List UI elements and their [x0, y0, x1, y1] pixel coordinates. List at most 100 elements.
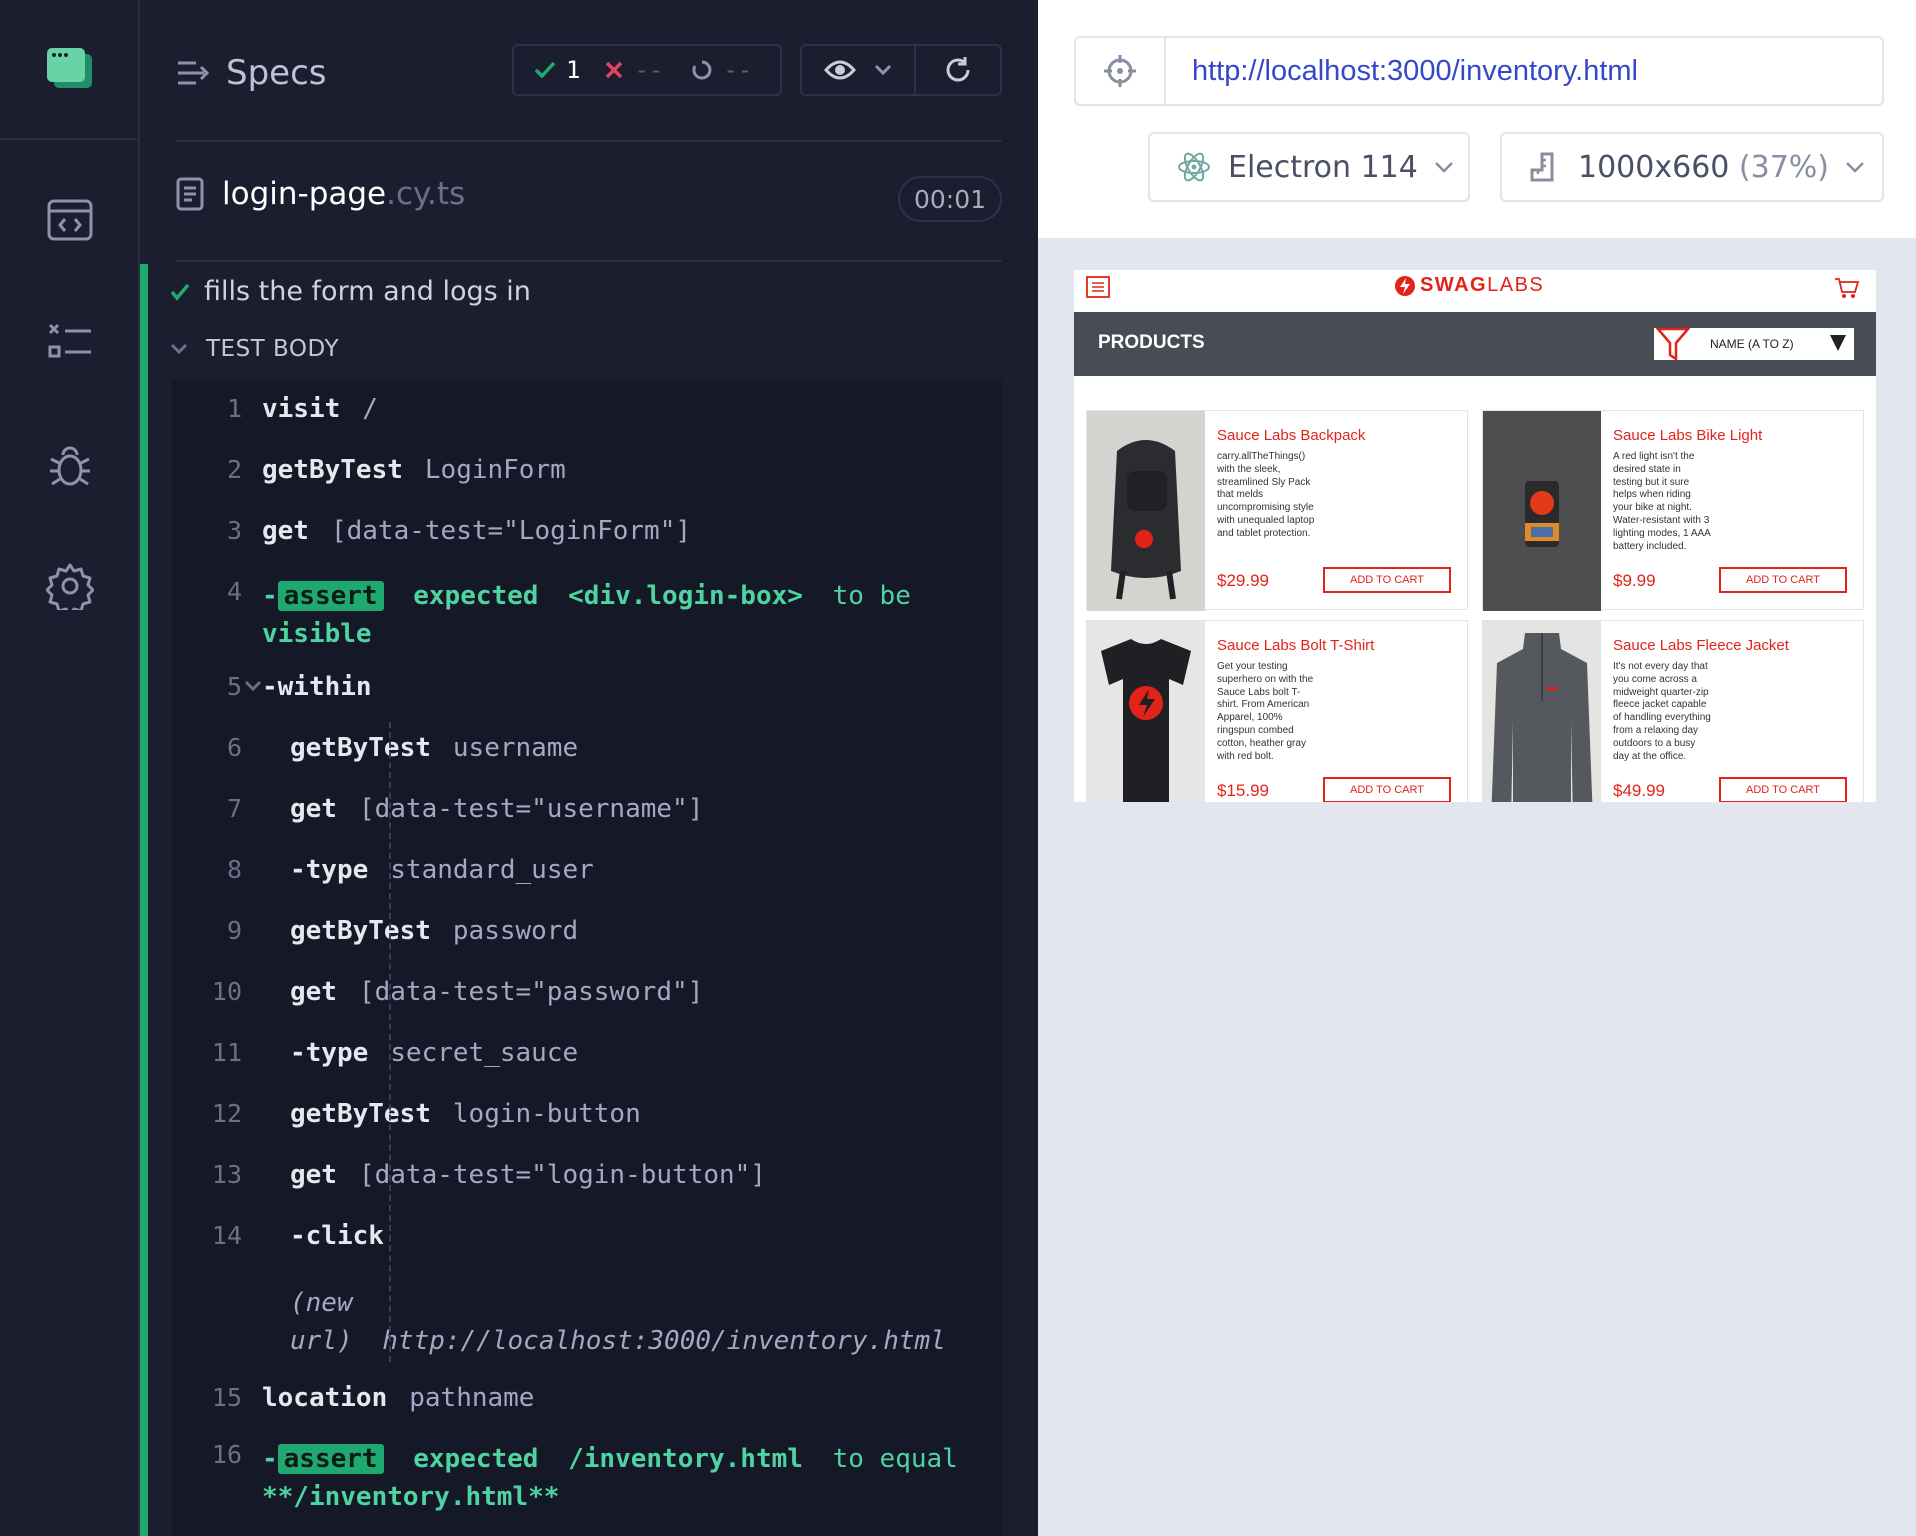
assert-text: to equal [832, 1444, 958, 1474]
line-number: 13 [211, 1160, 242, 1189]
test-body-toggle[interactable]: TEST BODY [170, 336, 339, 362]
command-name: get [290, 794, 337, 824]
line-number: 9 [226, 916, 242, 945]
app-under-test-panel: http://localhost:3000/inventory.html Ele… [1038, 0, 1916, 1536]
product-price: $9.99 [1613, 571, 1656, 590]
product-card: Sauce Labs Bike Light A red light isn't … [1482, 410, 1864, 611]
test-stats: 1 -- -- [512, 44, 782, 96]
assert-value: **/inventory.html** [262, 1482, 560, 1512]
command-message: / [362, 394, 378, 424]
cart-icon[interactable] [1834, 276, 1860, 300]
selector-playground-toggle[interactable] [802, 46, 914, 94]
command-message: secret_sauce [390, 1038, 579, 1068]
browser-name: Electron 114 [1228, 149, 1418, 185]
product-price: $49.99 [1613, 781, 1665, 800]
add-to-cart-button[interactable]: ADD TO CART [1719, 567, 1847, 593]
test-list-icon [48, 323, 91, 358]
product-description: Get your testing superhero on with the S… [1217, 661, 1314, 762]
assert-subject: <div.login-box> [568, 581, 803, 611]
chevron-down-icon [170, 343, 188, 355]
line-number: 12 [211, 1099, 242, 1128]
chevron-down-icon [874, 64, 892, 76]
test-pass-indicator [140, 264, 148, 1536]
browser-code-icon [47, 199, 93, 241]
assert-value: visible [262, 619, 372, 649]
command-message: [data-test="password"] [358, 977, 704, 1007]
product-name[interactable]: Sauce Labs Backpack [1217, 427, 1365, 444]
url-bar: http://localhost:3000/inventory.html [1074, 36, 1884, 106]
product-description: A red light isn't the desired state in t… [1613, 451, 1711, 552]
nav-debug[interactable] [40, 436, 100, 496]
chevron-down-icon [1434, 162, 1453, 173]
menu-icon[interactable] [1086, 276, 1110, 298]
aut-toolbar: http://localhost:3000/inventory.html Ele… [1038, 0, 1916, 238]
product-image-bolt-tshirt[interactable] [1087, 621, 1205, 802]
command-message: LoginForm [424, 455, 566, 485]
nav-settings[interactable] [40, 556, 100, 616]
viewport-select[interactable]: 1000x660 (37%) [1500, 132, 1884, 202]
command-name: getByTest [262, 455, 403, 485]
command-message: standard_user [390, 855, 594, 885]
add-to-cart-button[interactable]: ADD TO CART [1323, 777, 1451, 802]
reporter-panel: Specs 1 -- -- login-page.cy.ts 00:01 fil… [140, 0, 1038, 1536]
test-title-row[interactable]: fills the form and logs in [170, 276, 531, 307]
selector-target-button[interactable] [1076, 38, 1166, 104]
product-image-bike-light[interactable] [1483, 411, 1601, 611]
nav-specs[interactable] [40, 312, 100, 372]
product-card: Sauce Labs Backpack carry.allTheThings()… [1086, 410, 1468, 611]
rerun-button[interactable] [914, 46, 1000, 94]
command-name: -within [262, 672, 372, 702]
product-description: It's not every day that you come across … [1613, 661, 1711, 762]
product-description: carry.allTheThings() with the sleek, str… [1217, 451, 1315, 539]
aut-url[interactable]: http://localhost:3000/inventory.html [1166, 55, 1638, 88]
product-image-fleece-jacket[interactable] [1483, 621, 1601, 802]
nav-runs[interactable] [40, 190, 100, 250]
new-url-label: (new [290, 1288, 353, 1318]
command-message: username [452, 733, 579, 763]
line-number: 10 [211, 977, 242, 1006]
product-card: Sauce Labs Fleece Jacket It's not every … [1482, 620, 1864, 802]
sort-select[interactable]: NAME (A TO Z) [1654, 327, 1854, 361]
line-number: 5 [226, 672, 242, 701]
browser-select[interactable]: Electron 114 [1148, 132, 1470, 202]
command-message: [data-test="username"] [358, 794, 704, 824]
command-name: visit [262, 394, 341, 424]
assert-badge: assert [277, 581, 384, 611]
eye-icon [824, 60, 856, 80]
product-image-backpack[interactable] [1087, 411, 1205, 611]
command-name: -type [290, 1038, 369, 1068]
line-number: 2 [226, 455, 242, 484]
cypress-logo[interactable] [0, 0, 140, 140]
product-price: $29.99 [1217, 571, 1269, 590]
spec-file-header: login-page.cy.ts [176, 176, 465, 212]
line-number: 16 [211, 1440, 242, 1469]
command-message: [data-test="LoginForm"] [330, 516, 691, 546]
add-to-cart-button[interactable]: ADD TO CART [1323, 567, 1451, 593]
pending-count: -- [723, 56, 753, 84]
product-name[interactable]: Sauce Labs Bolt T-Shirt [1217, 637, 1374, 654]
electron-icon [1178, 152, 1210, 182]
product-card: Sauce Labs Bolt T-Shirt Get your testing… [1086, 620, 1468, 802]
line-number: 4 [226, 577, 242, 606]
aut-viewport: SWAGLABS PRODUCTS NAME (A TO Z) Sauce La… [1074, 270, 1876, 802]
failed-count: -- [634, 56, 664, 84]
product-name[interactable]: Sauce Labs Fleece Jacket [1613, 637, 1789, 654]
add-to-cart-button[interactable]: ADD TO CART [1719, 777, 1847, 802]
bolt-logo-icon [1395, 275, 1415, 296]
line-number: 15 [211, 1383, 242, 1412]
check-icon [170, 283, 190, 301]
new-url-value: http://localhost:3000/inventory.html [382, 1326, 946, 1356]
specs-toggle[interactable]: Specs [176, 50, 327, 96]
product-name[interactable]: Sauce Labs Bike Light [1613, 427, 1762, 444]
gear-icon [46, 563, 94, 610]
bug-icon [50, 446, 90, 486]
logo-text: SWAG [1420, 274, 1488, 296]
logo-text: LABS [1487, 274, 1545, 296]
file-icon [176, 177, 204, 211]
spec-file-ext: .cy.ts [386, 176, 466, 212]
specs-list-icon [178, 61, 210, 85]
command-name: getByTest [290, 733, 431, 763]
products-bar: PRODUCTS NAME (A TO Z) [1074, 312, 1876, 376]
spinner-icon [692, 60, 712, 80]
products-title: PRODUCTS [1098, 332, 1205, 353]
